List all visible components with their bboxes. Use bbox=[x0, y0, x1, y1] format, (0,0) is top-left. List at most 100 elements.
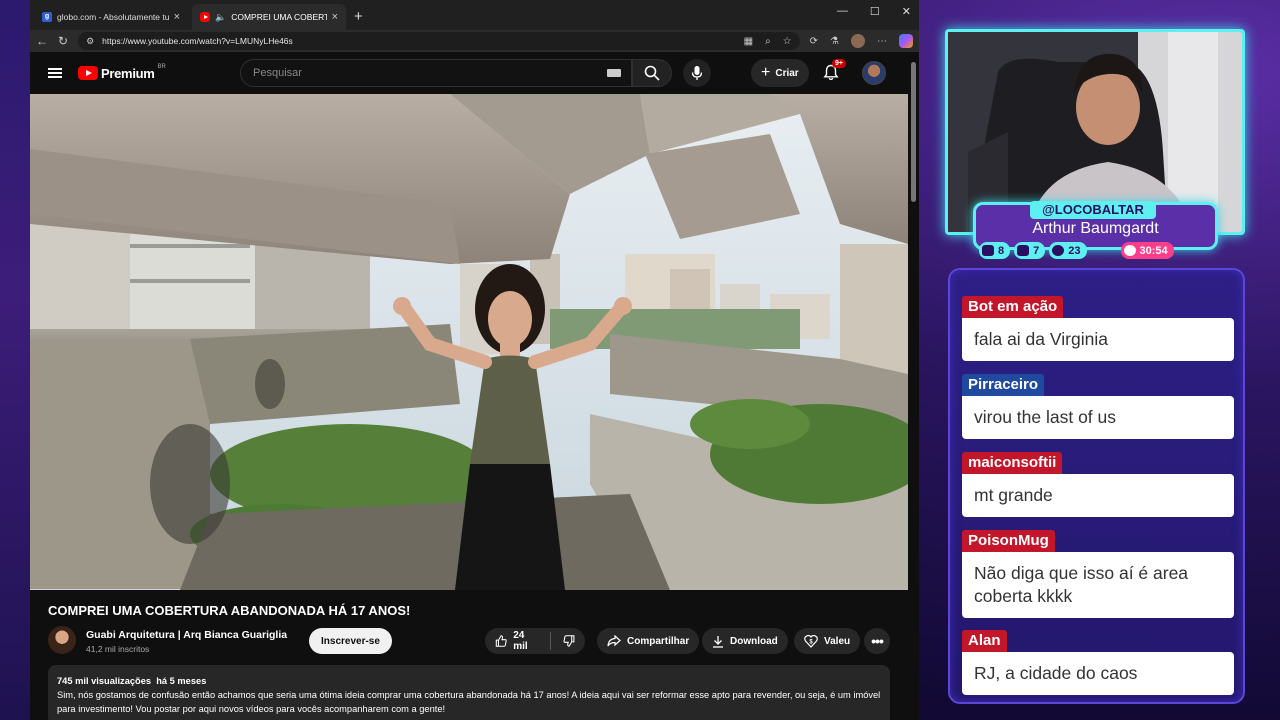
like-count[interactable]: 24 mil bbox=[513, 630, 538, 652]
youtube-favicon-icon bbox=[200, 12, 210, 22]
url-text: https://www.youtube.com/watch?v=LMUNyLHe… bbox=[102, 36, 293, 46]
chat-username: Pirraceiro bbox=[962, 374, 1045, 396]
keyboard-icon[interactable] bbox=[607, 69, 621, 77]
maximize-icon[interactable]: ☐ bbox=[870, 5, 880, 18]
search-input[interactable]: Pesquisar bbox=[240, 59, 632, 87]
description-text: Sim, nós gostamos de confusão então acha… bbox=[57, 690, 881, 714]
search-button[interactable] bbox=[632, 59, 672, 87]
left-edge-glow bbox=[0, 0, 30, 720]
notifications-badge: 9+ bbox=[832, 59, 846, 68]
chat-text: Não diga que isso aí é area coberta kkkk bbox=[962, 552, 1234, 618]
scrollbar-thumb[interactable] bbox=[911, 62, 916, 202]
account-avatar[interactable] bbox=[862, 61, 886, 85]
favorite-star-icon[interactable]: ☆ bbox=[783, 36, 792, 47]
globo-favicon-icon: g bbox=[42, 12, 52, 22]
youtube-viewers: 7 bbox=[1014, 242, 1046, 259]
thanks-button[interactable]: $ Valeu bbox=[794, 628, 861, 654]
youtube-logo[interactable]: Premium BR bbox=[78, 63, 166, 81]
chat-text: fala ai da Virginia bbox=[962, 318, 1234, 361]
share-button[interactable]: Compartilhar bbox=[597, 628, 700, 654]
close-window-icon[interactable]: ✕ bbox=[902, 5, 911, 18]
reload-icon[interactable]: ↻ bbox=[58, 34, 68, 48]
menu-icon[interactable] bbox=[48, 68, 62, 78]
more-actions-button[interactable]: ••• bbox=[864, 628, 890, 654]
notifications-button[interactable]: 9+ bbox=[823, 59, 846, 86]
more-icon: ••• bbox=[871, 633, 884, 649]
page-scrollbar[interactable] bbox=[908, 52, 919, 720]
youtube-icon bbox=[1017, 245, 1030, 256]
apps-icon[interactable]: ▦ bbox=[744, 36, 753, 47]
search-icon bbox=[644, 65, 660, 81]
download-label: Download bbox=[730, 635, 778, 647]
extensions-icon[interactable]: ⚗ bbox=[830, 36, 839, 47]
upload-age: há 5 meses bbox=[156, 676, 207, 686]
chat-message: PoisonMug Não diga que isso aí é area co… bbox=[962, 530, 1234, 618]
kick-viewers: 23 bbox=[1049, 242, 1087, 259]
address-bar[interactable]: ⚙ https://www.youtube.com/watch?v=LMUNyL… bbox=[78, 32, 800, 50]
kick-count: 23 bbox=[1068, 244, 1081, 257]
create-button[interactable]: + Criar bbox=[751, 59, 809, 87]
stream-stats: 8 7 23 30:54 bbox=[979, 242, 1174, 260]
chat-message: maiconsoftii mt grande bbox=[962, 452, 1234, 517]
view-count: 745 mil visualizações bbox=[57, 676, 152, 686]
chat-text: RJ, a cidade do caos bbox=[962, 652, 1234, 695]
search-placeholder: Pesquisar bbox=[253, 67, 302, 79]
chat-username: maiconsoftii bbox=[962, 452, 1063, 474]
close-tab-icon[interactable]: × bbox=[174, 11, 180, 23]
streamer-handle: @LOCOBALTAR bbox=[1030, 201, 1156, 219]
super-thanks-icon: $ bbox=[804, 634, 818, 648]
profile-avatar[interactable] bbox=[851, 34, 865, 48]
video-frame bbox=[30, 94, 908, 590]
tab-youtube[interactable]: 🔈 COMPREI UMA COBERTURA × bbox=[192, 4, 346, 30]
twitch-viewers: 8 bbox=[979, 242, 1011, 259]
channel-avatar[interactable] bbox=[48, 626, 76, 654]
zoom-icon[interactable]: ⌕ bbox=[765, 36, 771, 47]
download-icon bbox=[713, 635, 723, 648]
browser-toolbar-icons: ⟳ ⚗ ⋯ bbox=[810, 34, 913, 48]
subscribe-button[interactable]: Inscrever-se bbox=[309, 628, 392, 654]
plus-icon: + bbox=[761, 64, 771, 81]
kick-icon bbox=[1052, 245, 1065, 256]
window-controls: — ☐ ✕ bbox=[837, 5, 911, 18]
region-code: BR bbox=[157, 63, 166, 70]
twitch-count: 8 bbox=[998, 244, 1005, 257]
stream-timer: 30:54 bbox=[1120, 242, 1174, 259]
streamer-name: Arthur Baumgardt bbox=[1032, 220, 1159, 237]
browser-window: g globo.com - Absolutamente tudo × 🔈 COM… bbox=[30, 0, 919, 720]
download-button[interactable]: Download bbox=[702, 628, 788, 654]
microphone-icon bbox=[691, 66, 703, 80]
minimize-icon[interactable]: — bbox=[837, 5, 848, 18]
close-tab-icon[interactable]: × bbox=[332, 11, 338, 23]
chat-message: Bot em ação fala ai da Virginia bbox=[962, 296, 1234, 361]
speaker-icon[interactable]: 🔈 bbox=[215, 12, 226, 23]
twitch-icon bbox=[982, 245, 994, 256]
copilot-icon[interactable] bbox=[899, 34, 913, 48]
like-icon[interactable] bbox=[495, 634, 507, 648]
video-player[interactable] bbox=[30, 94, 908, 590]
tab-title: COMPREI UMA COBERTURA bbox=[231, 12, 326, 22]
like-divider bbox=[549, 632, 551, 650]
description-box[interactable]: 745 mil visualizações há 5 meses Sim, nó… bbox=[48, 665, 890, 720]
tab-bar: g globo.com - Absolutamente tudo × 🔈 COM… bbox=[30, 0, 919, 30]
chat-username: Alan bbox=[962, 630, 1007, 652]
chat-message: Pirraceiro virou the last of us bbox=[962, 374, 1234, 439]
tab-globo[interactable]: g globo.com - Absolutamente tudo × bbox=[34, 4, 188, 30]
create-label: Criar bbox=[775, 67, 799, 79]
site-info-icon[interactable]: ⚙ bbox=[86, 36, 94, 47]
clock-icon bbox=[1123, 245, 1136, 256]
channel-row: Guabi Arquitetura | Arq Bianca Guariglia… bbox=[48, 626, 898, 656]
voice-search-button[interactable] bbox=[683, 59, 711, 87]
timer-value: 30:54 bbox=[1139, 244, 1168, 257]
like-dislike-group: 24 mil bbox=[485, 628, 585, 654]
back-icon[interactable]: ← bbox=[36, 34, 48, 48]
youtube-header: Premium BR Pesquisar + Criar 9+ bbox=[30, 52, 919, 94]
dislike-icon[interactable] bbox=[563, 634, 575, 648]
share-icon bbox=[607, 635, 621, 647]
refresh-extension-icon[interactable]: ⟳ bbox=[810, 36, 818, 47]
subscriber-count: 41,2 mil inscritos bbox=[86, 644, 150, 654]
more-menu-icon[interactable]: ⋯ bbox=[877, 36, 887, 47]
video-meta: 745 mil visualizações há 5 meses bbox=[57, 674, 881, 688]
new-tab-button[interactable]: + bbox=[354, 8, 363, 25]
tab-title: globo.com - Absolutamente tudo bbox=[57, 12, 169, 22]
channel-name[interactable]: Guabi Arquitetura | Arq Bianca Guariglia bbox=[86, 629, 287, 641]
